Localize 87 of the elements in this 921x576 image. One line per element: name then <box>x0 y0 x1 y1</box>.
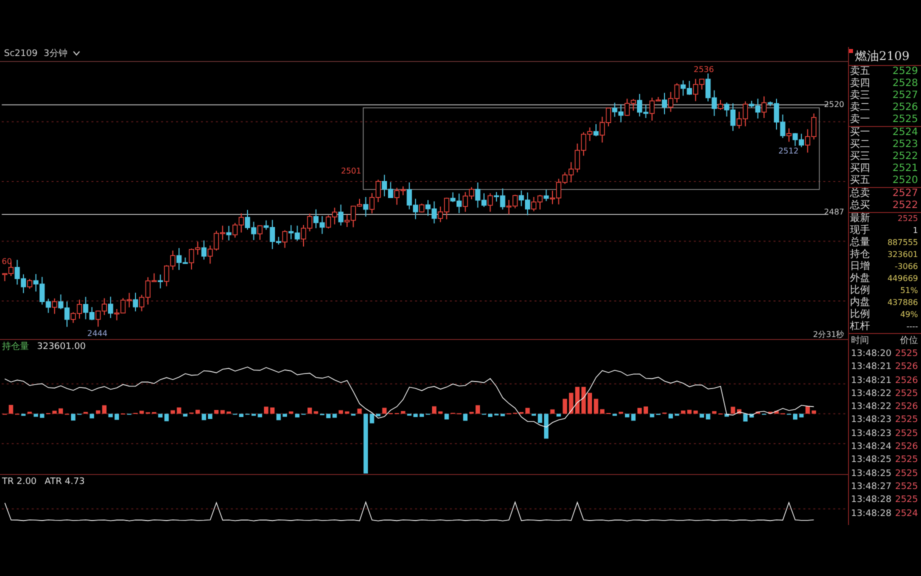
tick-price: 2524 <box>895 508 918 518</box>
quote-value: 49% <box>900 309 918 321</box>
tick-time: 13:48:21 <box>851 376 892 386</box>
tick-price: 2525 <box>895 468 918 479</box>
tick-price: 2526 <box>895 376 918 386</box>
order-label: 卖一 <box>850 114 870 126</box>
order-price: 2527 <box>892 90 918 102</box>
quote-label: 总量 <box>850 237 870 248</box>
order-label: 买二 <box>850 139 870 151</box>
tick-price: 2525 <box>895 415 918 426</box>
tick-time: 13:48:20 <box>851 348 892 359</box>
order-price: 2520 <box>892 175 918 187</box>
quote-value: 437886 <box>887 297 918 309</box>
indicator-value: 323601.00 <box>37 342 86 352</box>
order-label: 卖五 <box>850 66 870 78</box>
quote-label: 外盘 <box>850 273 870 284</box>
order-price: 2523 <box>892 139 918 151</box>
quote-value: 2525 <box>898 213 918 225</box>
price-label: 2501 <box>341 166 362 176</box>
atr-value: ATR 4.73 <box>44 477 85 488</box>
quote-value: 1 <box>912 225 918 237</box>
order-price: 2522 <box>892 151 918 163</box>
order-label: 买五 <box>850 175 870 187</box>
order-label: 买三 <box>850 151 870 163</box>
order-label: 卖三 <box>850 90 870 102</box>
price-label: 2分31秒 <box>813 330 844 339</box>
tick-price: 2526 <box>895 362 918 372</box>
price-label: 2512 <box>778 146 799 156</box>
quote-label: 现手 <box>850 225 870 236</box>
tick-price: 2525 <box>895 388 918 399</box>
tick-time: 13:48:24 <box>851 442 892 452</box>
order-label: 买四 <box>850 163 870 175</box>
indicator-name: 持仓量 <box>2 340 29 354</box>
quote-label: 杠杆 <box>850 321 870 333</box>
tick-price: 2526 <box>895 442 918 452</box>
tick-time: 13:48:27 <box>851 482 892 492</box>
quote-label: 比例 <box>850 285 870 296</box>
quote-value: 449669 <box>887 273 918 285</box>
quote-label: 内盘 <box>850 297 870 308</box>
tick-time: 13:48:28 <box>851 495 892 506</box>
order-label: 买一 <box>850 127 870 139</box>
instrument-title: 燃油2109 <box>855 48 910 64</box>
order-price: 2529 <box>892 66 918 78</box>
order-price: 2522 <box>892 200 918 212</box>
period-selector[interactable]: 3分钟 <box>44 47 68 60</box>
tick-time: 13:48:25 <box>851 455 892 466</box>
quote-value: -3066 <box>894 261 918 273</box>
price-label: 2487 <box>824 207 844 216</box>
price-label: 2520 <box>824 100 844 109</box>
quote-label: 最新 <box>850 213 870 224</box>
price-label: 2536 <box>694 64 714 74</box>
tick-price: 2525 <box>895 428 918 439</box>
column-header: 时间 <box>851 334 869 348</box>
tick-time: 13:48:28 <box>851 508 892 518</box>
price-label: 2444 <box>87 328 108 338</box>
order-label: 总买 <box>850 200 870 212</box>
order-price: 2526 <box>892 102 918 114</box>
quote-label: 日增 <box>850 261 870 273</box>
quote-label: 持仓 <box>850 249 870 261</box>
tick-time: 13:48:21 <box>851 362 892 372</box>
symbol-label: Sc2109 <box>4 48 38 59</box>
order-price: 2524 <box>892 127 918 139</box>
order-label: 卖二 <box>850 102 870 114</box>
tick-time: 13:48:22 <box>851 388 892 399</box>
quote-value: ---- <box>906 321 918 333</box>
order-price: 2528 <box>892 78 918 90</box>
tick-time: 13:48:22 <box>851 402 892 412</box>
tr-value: TR 2.00 <box>2 477 37 488</box>
tick-price: 2525 <box>895 455 918 466</box>
quote-value: 887555 <box>887 237 918 249</box>
price-label: 60 <box>2 257 12 266</box>
order-price: 2521 <box>892 163 918 175</box>
quote-label: 比例 <box>850 309 870 320</box>
tick-price: 2526 <box>895 402 918 412</box>
order-label: 总卖 <box>850 188 870 200</box>
tick-price: 2525 <box>895 495 918 506</box>
order-label: 卖四 <box>850 78 870 90</box>
tick-price: 2525 <box>895 348 918 359</box>
tick-time: 13:48:23 <box>851 415 892 426</box>
tick-time: 13:48:25 <box>851 468 892 479</box>
column-header: 价位 <box>900 334 918 348</box>
tick-time: 13:48:23 <box>851 428 892 439</box>
quote-value: 51% <box>900 285 918 297</box>
quote-value: 323601 <box>887 249 918 261</box>
order-price: 2525 <box>892 114 918 126</box>
order-price: 2527 <box>892 188 918 200</box>
tick-price: 2525 <box>895 482 918 492</box>
